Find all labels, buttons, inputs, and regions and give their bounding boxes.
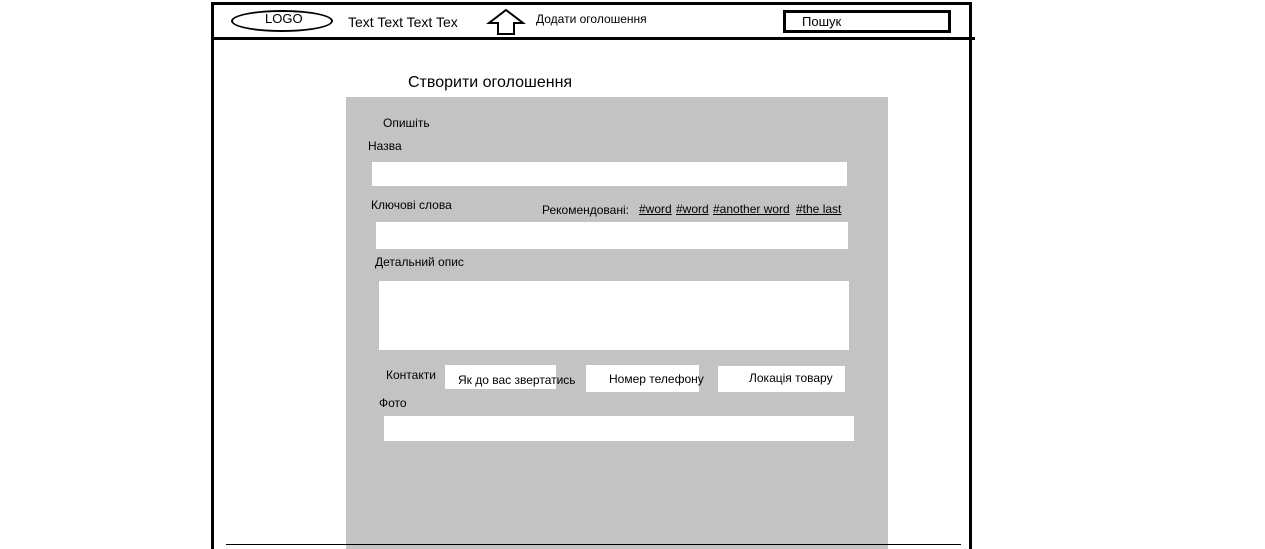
logo-text: LOGO: [265, 11, 303, 26]
contact-phone-field[interactable]: Номер телефону: [586, 365, 704, 392]
recommended-tag[interactable]: #the last: [796, 202, 841, 216]
name-input[interactable]: [372, 162, 847, 186]
page: LOGO Text Text Text Text Додати оголошен…: [0, 0, 1265, 549]
contact-name-field[interactable]: Як до вас звертатись: [445, 365, 576, 389]
header-divider: [211, 37, 975, 40]
page-title: Створити оголошення: [408, 74, 573, 91]
photo-input[interactable]: [384, 416, 854, 441]
recommended-tag[interactable]: #word: [676, 202, 709, 216]
description-label: Детальний опис: [375, 255, 464, 269]
recommended-tag[interactable]: #another word: [713, 202, 790, 216]
keywords-input[interactable]: [376, 222, 848, 249]
create-ad-form: Опишіть Назва Ключові слова Рекомендован…: [346, 97, 888, 549]
upload-arrow-icon[interactable]: [486, 8, 526, 36]
recommended-tag[interactable]: #word: [639, 202, 672, 216]
add-ad-link[interactable]: Додати оголошення: [536, 12, 647, 26]
contact-location-field[interactable]: Локація товару: [718, 366, 845, 392]
header-nav-text[interactable]: Text Text Text Text: [348, 14, 458, 30]
photo-label: Фото: [379, 396, 407, 410]
name-label: Назва: [368, 139, 402, 153]
contact-phone-placeholder: Номер телефону: [609, 372, 704, 386]
keywords-label: Ключові слова: [371, 198, 452, 212]
section-label: Опишіть: [383, 116, 430, 130]
recommended-label: Рекомендовані:: [542, 203, 629, 217]
search-input[interactable]: [783, 10, 951, 33]
description-textarea[interactable]: [379, 281, 849, 350]
contact-name-placeholder: Як до вас звертатись: [458, 373, 576, 387]
contact-location-placeholder: Локація товару: [749, 371, 833, 385]
footer-divider: [226, 544, 961, 545]
contacts-label: Контакти: [386, 368, 436, 382]
